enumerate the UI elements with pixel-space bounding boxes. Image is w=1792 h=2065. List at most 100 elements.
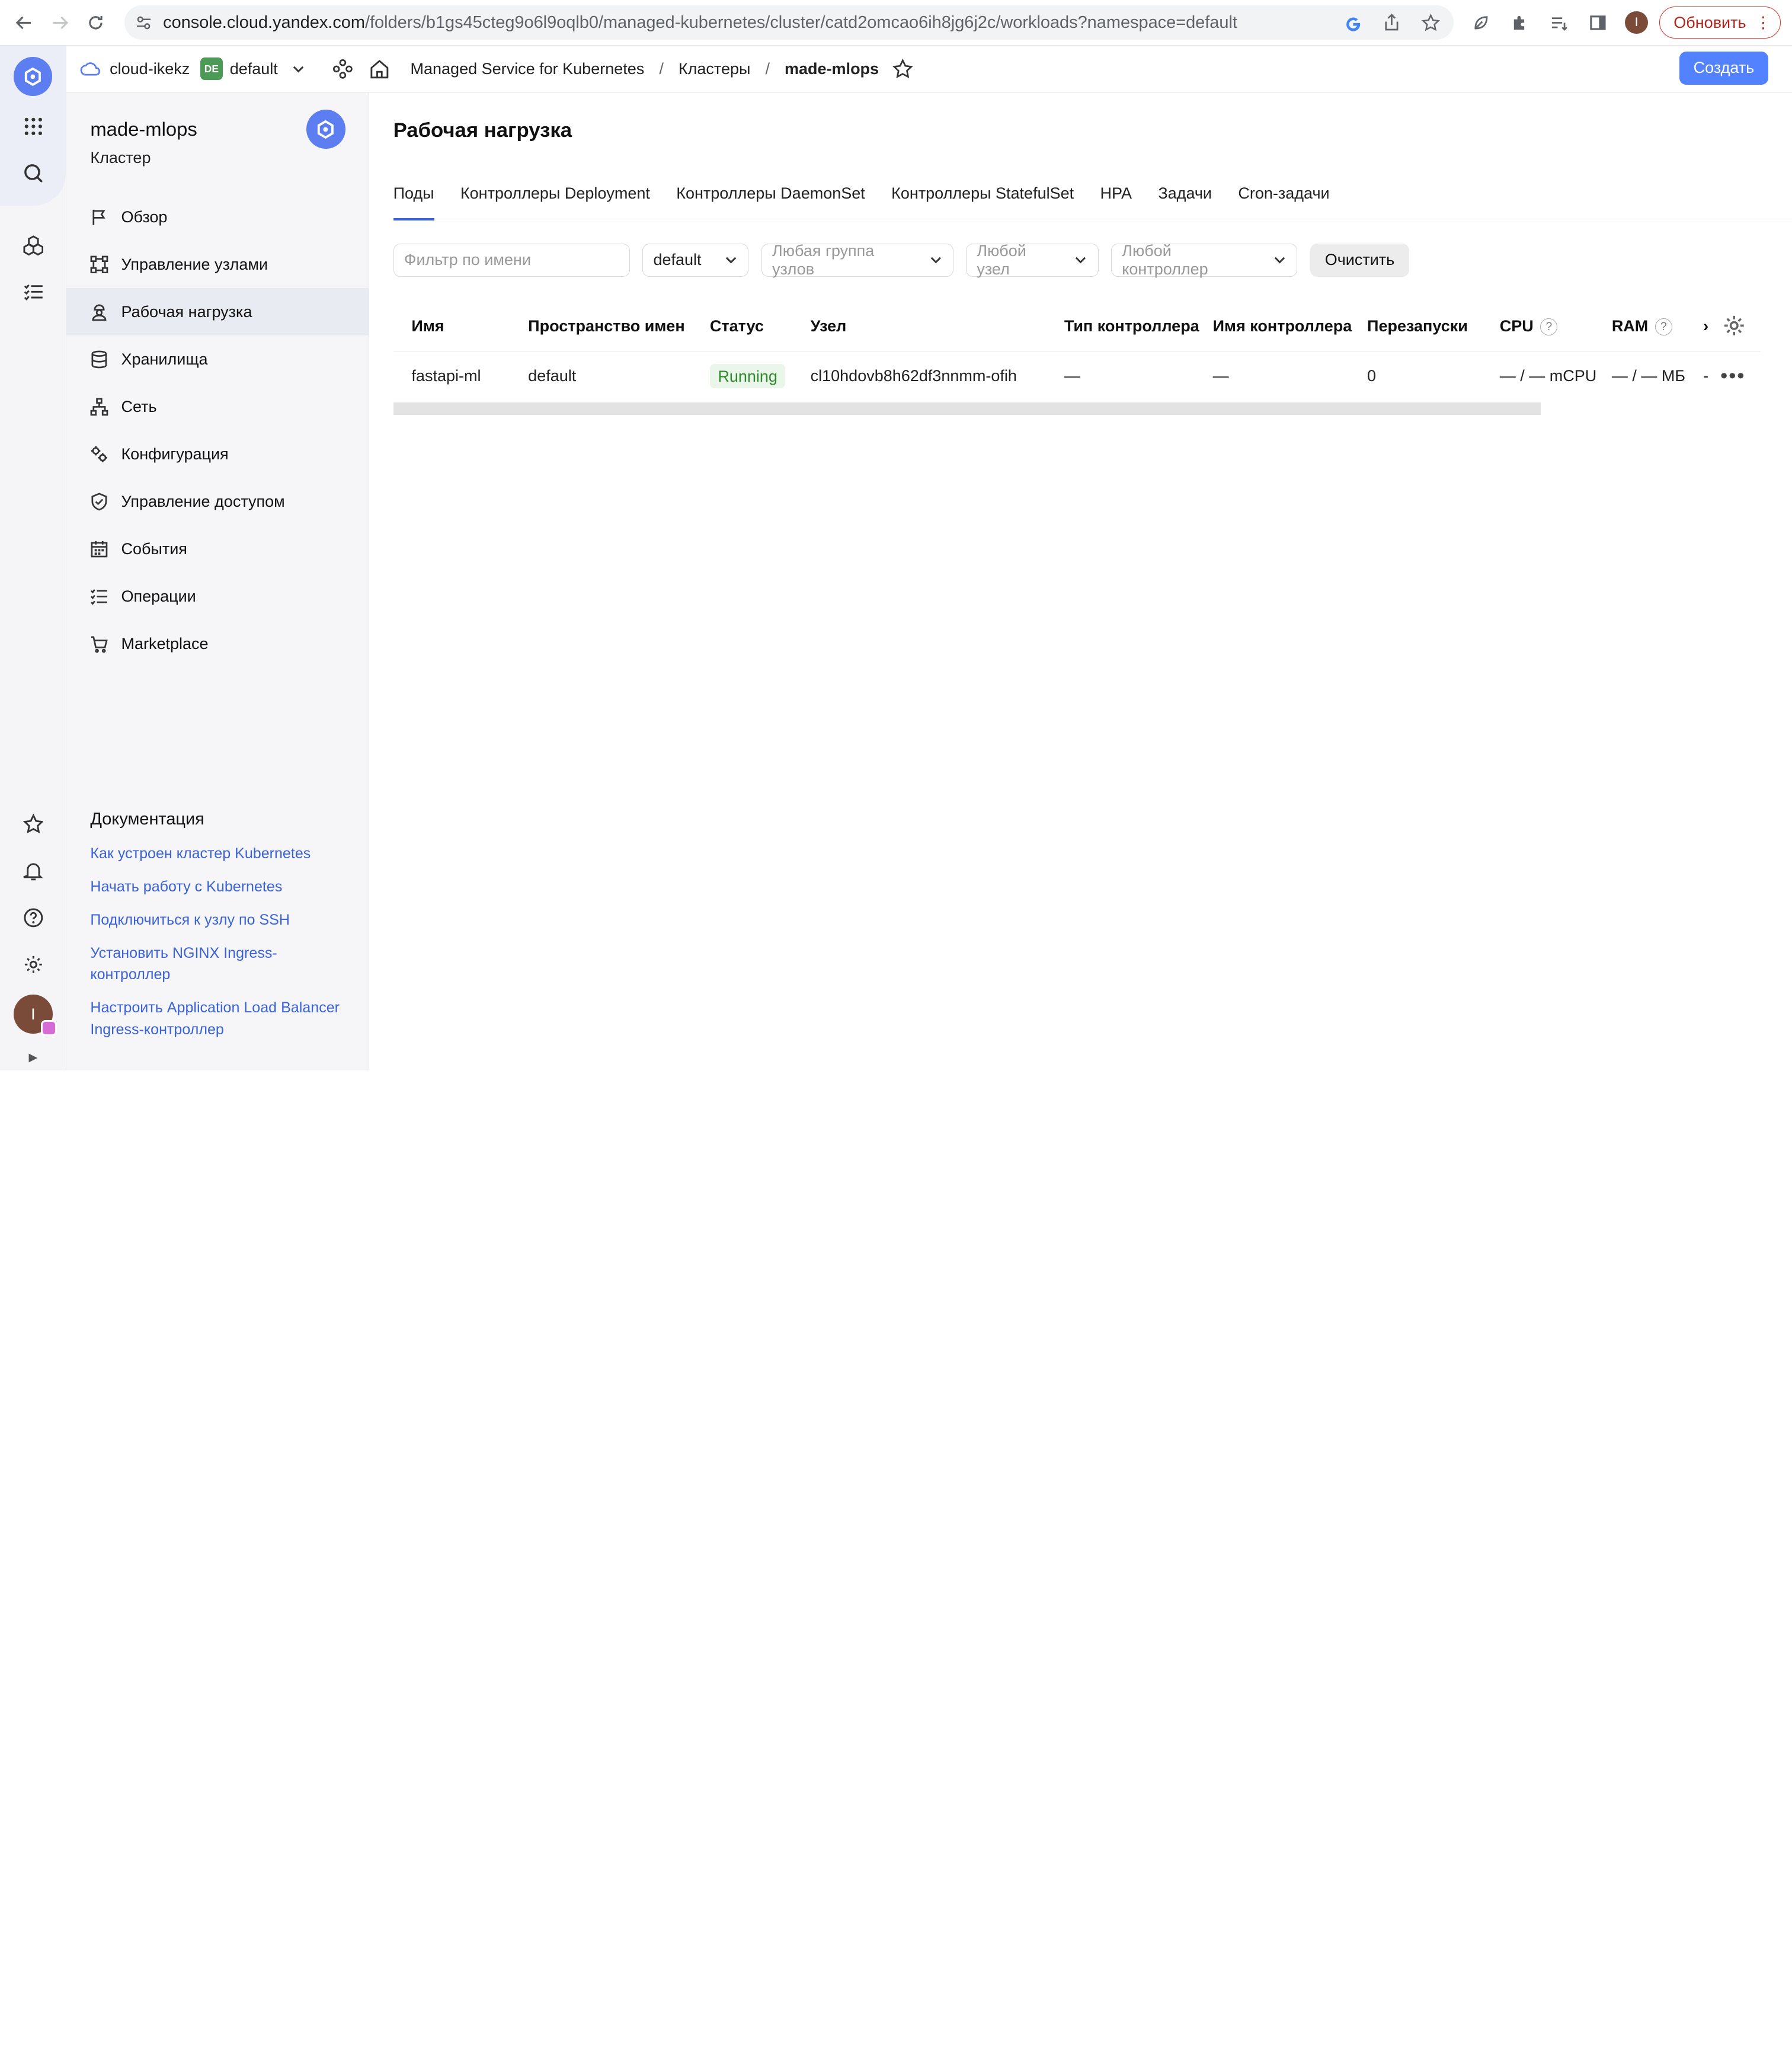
- sidebar-item-overview[interactable]: Обзор: [66, 193, 369, 241]
- clear-filters-button[interactable]: Очистить: [1310, 243, 1410, 277]
- column-header-ram[interactable]: RAM?: [1611, 302, 1704, 351]
- tab-hpa[interactable]: HPA: [1100, 170, 1132, 219]
- reload-icon[interactable]: [84, 9, 108, 36]
- folder-name: default: [229, 59, 278, 78]
- sidebar-item-workloads[interactable]: Рабочая нагрузка: [66, 288, 370, 336]
- sidebar-item-access[interactable]: Управление доступом: [66, 478, 369, 525]
- help-icon[interactable]: ?: [1655, 318, 1672, 336]
- table-row[interactable]: fastapi-ml default Running cl10hdovb8h62…: [393, 351, 1761, 401]
- sidebar-item-marketplace[interactable]: Marketplace: [66, 620, 369, 667]
- sidebar-item-operations[interactable]: Операции: [66, 573, 369, 620]
- extension-leaf-icon[interactable]: [1470, 11, 1493, 34]
- sidebar-item-configuration[interactable]: Конфигурация: [66, 430, 369, 478]
- favorite-star-icon[interactable]: [892, 58, 913, 79]
- tab-deployments[interactable]: Контроллеры Deployment: [460, 170, 650, 219]
- tab-pods[interactable]: Поды: [393, 170, 434, 221]
- controller-select[interactable]: Любой контроллер: [1111, 242, 1298, 278]
- docs-link[interactable]: Установить NGINX Ingress-контроллер: [90, 942, 353, 986]
- flag-icon: [89, 207, 110, 228]
- global-nav-rail: I ▶: [0, 46, 66, 1070]
- browser-update-button[interactable]: Обновить ⋮: [1659, 7, 1781, 39]
- tab-statefulsets[interactable]: Контроллеры StatefulSet: [891, 170, 1074, 219]
- browser-profile-avatar[interactable]: I: [1625, 11, 1648, 34]
- sidebar-item-label: Marketplace: [121, 634, 209, 653]
- docs-link[interactable]: Начать работу с Kubernetes: [90, 876, 353, 898]
- side-panel-icon[interactable]: [1586, 11, 1609, 34]
- tab-daemonsets[interactable]: Контроллеры DaemonSet: [676, 170, 865, 219]
- breadcrumb-cluster: made-mlops: [785, 59, 879, 78]
- notifications-bell-icon[interactable]: [0, 847, 66, 894]
- site-info-icon[interactable]: [136, 15, 152, 31]
- search-icon[interactable]: [0, 150, 66, 197]
- help-icon[interactable]: [0, 894, 66, 941]
- horizontal-scrollbar[interactable]: [393, 402, 1541, 415]
- reading-list-icon[interactable]: [1547, 11, 1570, 34]
- sidebar-item-label: Конфигурация: [121, 445, 229, 463]
- node-group-value: Любая группа узлов: [772, 241, 875, 278]
- tab-jobs[interactable]: Задачи: [1158, 170, 1212, 219]
- pod-status-cell: Running: [709, 351, 811, 401]
- sidebar-item-network[interactable]: Сеть: [66, 383, 369, 430]
- pod-ram: — / — МБ: [1611, 367, 1686, 385]
- update-label: Обновить: [1673, 13, 1746, 31]
- forward-icon[interactable]: [47, 9, 72, 36]
- pod-namespace: default: [528, 367, 577, 385]
- docs-link[interactable]: Подключиться к узлу по SSH: [90, 909, 353, 931]
- sidebar-item-storage[interactable]: Хранилища: [66, 335, 369, 383]
- breadcrumb-clusters[interactable]: Кластеры: [679, 60, 751, 78]
- docs-link[interactable]: Как устроен кластер Kubernetes: [90, 843, 353, 865]
- settings-gear-icon[interactable]: [0, 941, 66, 988]
- namespace-select[interactable]: default: [642, 243, 749, 277]
- cluster-sidebar: made-mlops Кластер Обзор Управление узла…: [66, 92, 370, 1070]
- name-filter-input[interactable]: Фильтр по имени: [393, 243, 630, 277]
- sidebar-item-label: Операции: [121, 587, 196, 605]
- chevron-down-icon: [293, 66, 304, 73]
- browser-toolbar: console.cloud.yandex.com/folders/b1gs45c…: [0, 0, 1792, 46]
- table-settings-gear-icon[interactable]: [1723, 314, 1746, 337]
- service-map-icon[interactable]: [332, 59, 353, 79]
- column-header[interactable]: Статус: [709, 302, 811, 351]
- google-icon[interactable]: [1342, 11, 1365, 34]
- pod-name[interactable]: fastapi-ml: [393, 351, 529, 401]
- share-icon[interactable]: [1381, 11, 1404, 34]
- sidebar-item-label: Обзор: [121, 207, 168, 226]
- kubernetes-service-icon[interactable]: [0, 222, 66, 268]
- address-bar[interactable]: console.cloud.yandex.com/folders/b1gs45c…: [124, 5, 1454, 40]
- column-header[interactable]: Узел: [810, 302, 1064, 351]
- operations-list-icon[interactable]: [0, 268, 66, 315]
- column-header[interactable]: Тип контроллера: [1064, 302, 1213, 351]
- docs-link[interactable]: Настроить Application Load Balancer Ingr…: [90, 997, 353, 1040]
- column-header[interactable]: Пространство имен: [528, 302, 710, 351]
- user-avatar[interactable]: I: [14, 995, 57, 1036]
- expand-rail-icon[interactable]: ▶: [0, 1045, 66, 1070]
- row-actions-more-icon[interactable]: •••: [1720, 365, 1745, 388]
- create-button[interactable]: Создать: [1679, 51, 1769, 85]
- back-icon[interactable]: [11, 9, 36, 36]
- sidebar-item-events[interactable]: События: [66, 525, 369, 573]
- help-icon[interactable]: ?: [1540, 318, 1558, 336]
- column-header[interactable]: Имя контроллера: [1212, 302, 1368, 351]
- cart-icon: [89, 634, 110, 654]
- favorites-star-icon[interactable]: [0, 800, 66, 847]
- column-header[interactable]: Перезапуски: [1367, 302, 1500, 351]
- sidebar-item-nodes[interactable]: Управление узлами: [66, 241, 369, 288]
- calendar-icon: [89, 539, 110, 560]
- breadcrumb-separator: /: [659, 59, 664, 78]
- cloud-name: cloud-ikekz: [110, 59, 190, 78]
- tab-cronjobs[interactable]: Cron-задачи: [1238, 170, 1329, 219]
- network-icon: [89, 397, 110, 417]
- pod-node-link[interactable]: cl10hdovb8h62df3nnmm-ofih: [811, 351, 1064, 401]
- services-grid-icon[interactable]: [0, 103, 66, 150]
- column-header[interactable]: Имя: [393, 302, 529, 351]
- sidebar-menu: Обзор Управление узлами Рабочая нагрузка…: [66, 193, 370, 667]
- folder-selector[interactable]: DE default: [190, 57, 305, 81]
- yandex-cloud-logo-icon[interactable]: [13, 57, 53, 97]
- extensions-puzzle-icon[interactable]: [1509, 11, 1532, 34]
- home-icon[interactable]: [369, 59, 390, 79]
- breadcrumb-service[interactable]: Managed Service for Kubernetes: [411, 60, 645, 78]
- bookmark-star-icon[interactable]: [1419, 11, 1442, 34]
- node-group-select[interactable]: Любая группа узлов: [761, 241, 953, 278]
- cloud-selector[interactable]: cloud-ikekz: [80, 60, 190, 78]
- node-select[interactable]: Любой узел: [965, 242, 1099, 278]
- column-header-cpu[interactable]: CPU?: [1499, 302, 1612, 351]
